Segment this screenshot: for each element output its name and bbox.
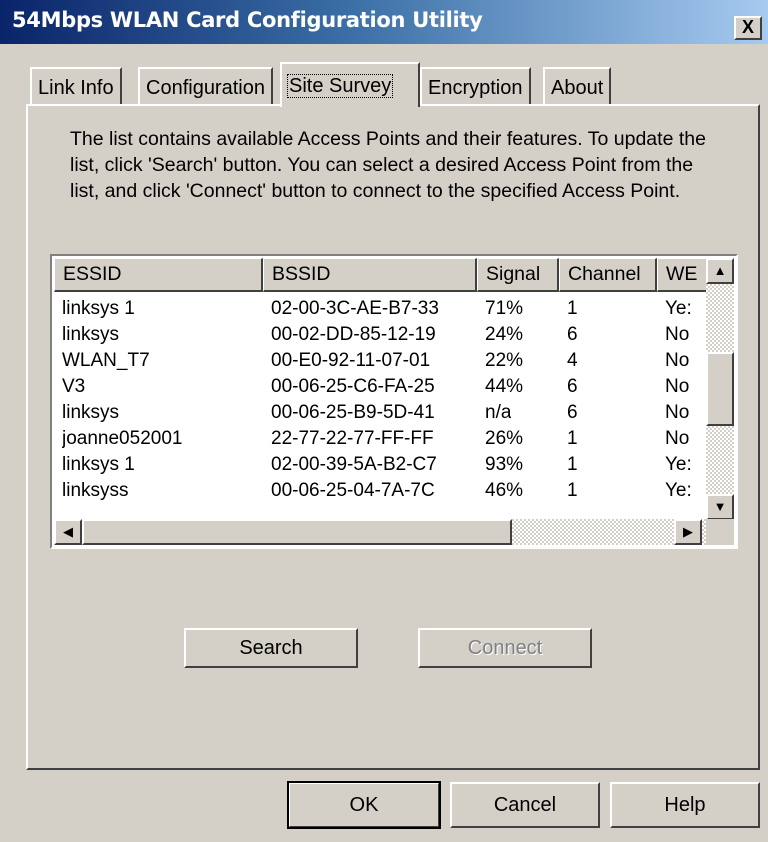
cell-essid: linksys: [62, 324, 120, 345]
cell-bssid: 00-06-25-C6-FA-25: [271, 376, 435, 397]
search-button[interactable]: Search: [184, 628, 358, 668]
close-icon: X: [741, 17, 754, 37]
tab-label: Link Info: [38, 77, 114, 99]
cell-bssid: 00-06-25-B9-5D-41: [271, 402, 435, 423]
arrow-down-icon: ▼: [713, 499, 727, 514]
vertical-scroll-thumb[interactable]: [706, 352, 734, 426]
cell-channel: 1: [567, 428, 578, 449]
cell-bssid: 02-00-39-5A-B2-C7: [271, 454, 437, 475]
tab-label: Configuration: [146, 77, 265, 99]
cell-essid: linksys: [62, 402, 120, 423]
tab-encryption[interactable]: Encryption: [420, 67, 531, 105]
cell-wep: No: [665, 428, 690, 449]
tab-configuration[interactable]: Configuration: [138, 67, 273, 105]
tab-label: About: [551, 77, 604, 99]
cell-bssid: 02-00-3C-AE-B7-33: [271, 298, 439, 319]
cell-signal: 24%: [485, 324, 524, 345]
cell-signal: 26%: [485, 428, 524, 449]
cell-wep: Ye:: [665, 298, 692, 319]
cell-channel: 4: [567, 350, 578, 371]
help-button[interactable]: Help: [610, 782, 760, 828]
arrow-right-icon: ▶: [683, 524, 693, 539]
horizontal-scrollbar[interactable]: ◀ ▶: [54, 519, 710, 545]
cell-essid: linksys 1: [62, 454, 135, 475]
arrow-left-icon: ◀: [63, 524, 73, 539]
cell-signal: 93%: [485, 454, 524, 475]
cell-signal: 22%: [485, 350, 524, 371]
column-header-signal[interactable]: Signal: [477, 258, 559, 292]
window-title: 54Mbps WLAN Card Configuration Utility: [12, 8, 483, 32]
cell-bssid: 00-E0-92-11-07-01: [271, 350, 431, 371]
cell-signal: 71%: [485, 298, 524, 319]
tab-label: Site Survey: [286, 74, 394, 98]
column-header-essid[interactable]: ESSID: [54, 258, 263, 292]
vertical-scrollbar[interactable]: ▲ ▼: [706, 258, 734, 520]
cell-wep: Ye:: [665, 454, 692, 475]
connect-button-label: Connect: [467, 637, 543, 659]
title-bar[interactable]: 54Mbps WLAN Card Configuration Utility X: [0, 0, 768, 44]
table-row[interactable]: V3 00-06-25-C6-FA-25 44% 6 No: [54, 374, 714, 400]
ok-button-label: OK: [349, 794, 379, 816]
close-button[interactable]: X: [734, 16, 762, 40]
connect-button: Connect: [418, 628, 592, 668]
cell-channel: 6: [567, 376, 578, 397]
table-row[interactable]: linksys 00-06-25-B9-5D-41 n/a 6 No: [54, 400, 714, 426]
cell-essid: WLAN_T7: [62, 350, 150, 371]
cell-signal: 44%: [485, 376, 524, 397]
cell-wep: Ye:: [665, 480, 692, 501]
cancel-button[interactable]: Cancel: [450, 782, 600, 828]
cell-essid: linksys 1: [62, 298, 135, 319]
scroll-left-button[interactable]: ◀: [54, 519, 82, 545]
column-header-channel[interactable]: Channel: [559, 258, 657, 292]
cell-channel: 1: [567, 454, 578, 475]
access-point-list[interactable]: ESSID BSSID Signal Channel WE linksys 1 …: [50, 254, 738, 549]
arrow-up-icon: ▲: [713, 263, 727, 278]
cancel-button-label: Cancel: [493, 794, 557, 816]
cell-essid: joanne052001: [62, 428, 183, 449]
table-row[interactable]: linksys 1 02-00-3C-AE-B7-33 71% 1 Ye:: [54, 296, 714, 322]
column-header-bssid[interactable]: BSSID: [263, 258, 477, 292]
tab-link-info[interactable]: Link Info: [30, 67, 122, 105]
cell-signal: n/a: [485, 402, 512, 423]
scrollbar-corner: [706, 519, 734, 545]
cell-wep: No: [665, 324, 690, 345]
tab-about[interactable]: About: [543, 67, 612, 105]
cell-wep: No: [665, 350, 690, 371]
horizontal-scroll-thumb[interactable]: [82, 519, 512, 545]
site-survey-description: The list contains available Access Point…: [70, 128, 706, 202]
cell-channel: 1: [567, 298, 578, 319]
cell-channel: 6: [567, 324, 578, 345]
tab-site-survey[interactable]: Site Survey: [280, 62, 420, 107]
table-row[interactable]: WLAN_T7 00-E0-92-11-07-01 22% 4 No: [54, 348, 714, 374]
search-button-label: Search: [239, 637, 303, 659]
ok-button[interactable]: OK: [287, 781, 441, 829]
cell-signal: 46%: [485, 480, 524, 501]
cell-channel: 1: [567, 480, 578, 501]
cell-bssid: 22-77-22-77-FF-FF: [271, 428, 434, 449]
cell-wep: No: [665, 402, 690, 423]
cell-bssid: 00-02-DD-85-12-19: [271, 324, 436, 345]
help-button-label: Help: [664, 794, 706, 816]
cell-essid: linksyss: [62, 480, 129, 501]
table-row[interactable]: linksys 1 02-00-39-5A-B2-C7 93% 1 Ye:: [54, 452, 714, 478]
cell-wep: No: [665, 376, 690, 397]
cell-bssid: 00-06-25-04-7A-7C: [271, 480, 435, 501]
table-row[interactable]: linksys 00-02-DD-85-12-19 24% 6 No: [54, 322, 714, 348]
cell-channel: 6: [567, 402, 578, 423]
scroll-down-button[interactable]: ▼: [706, 494, 734, 520]
scroll-right-button[interactable]: ▶: [674, 519, 702, 545]
table-row[interactable]: joanne052001 22-77-22-77-FF-FF 26% 1 No: [54, 426, 714, 452]
cell-essid: V3: [62, 376, 86, 397]
table-row[interactable]: linksyss 00-06-25-04-7A-7C 46% 1 Ye:: [54, 478, 714, 504]
scroll-up-button[interactable]: ▲: [706, 258, 734, 284]
tab-label: Encryption: [428, 77, 523, 99]
